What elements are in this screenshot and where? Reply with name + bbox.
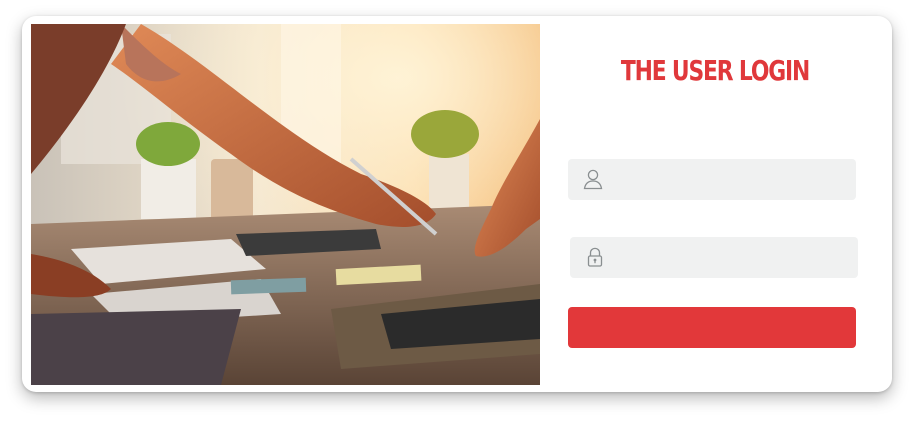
username-field[interactable] <box>568 159 856 200</box>
user-icon <box>582 168 604 190</box>
login-button[interactable] <box>568 307 856 348</box>
page-title: THE USER LOGIN <box>620 54 810 87</box>
lock-icon <box>584 246 606 268</box>
hero-photo <box>31 24 540 385</box>
username-input[interactable] <box>612 159 848 200</box>
password-input[interactable] <box>614 237 850 278</box>
password-field[interactable] <box>570 237 858 278</box>
login-card: THE USER LOGIN <box>22 16 892 392</box>
